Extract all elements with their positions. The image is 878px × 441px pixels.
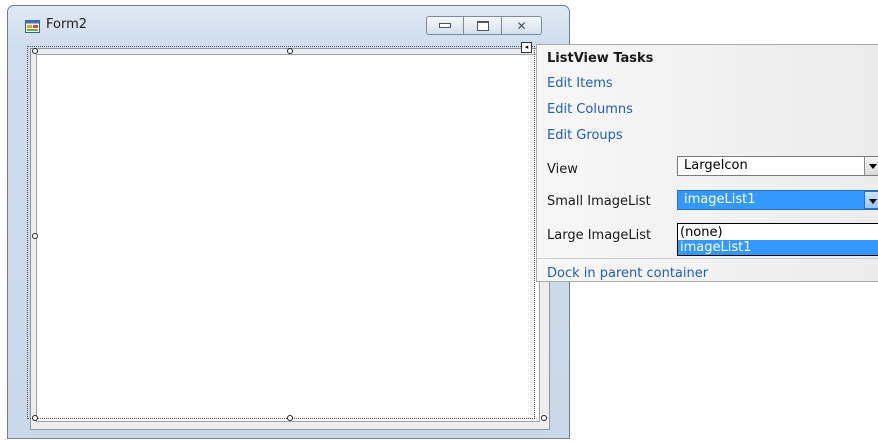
resize-grip-left[interactable] [32,233,38,239]
window-title: Form2 [46,17,88,32]
view-label: View [547,162,578,177]
listview-tasks-panel: ListView Tasks Edit Items Edit Columns E… [536,44,878,282]
selection-outline [27,46,535,419]
close-icon: ✕ [516,18,527,33]
panel-title: ListView Tasks [547,51,654,66]
view-value: LargeIcon [684,158,748,173]
large-imagelist-label: Large ImageList [547,228,652,243]
chevron-down-icon[interactable] [864,191,878,209]
dock-in-parent-link[interactable]: Dock in parent container [547,266,708,281]
panel-divider [537,258,878,259]
chevron-down-icon[interactable] [864,157,878,175]
resize-grip-bottom[interactable] [287,415,293,421]
minimize-icon [439,23,451,28]
close-button[interactable]: ✕ [502,16,542,35]
small-imagelist-label: Small ImageList [547,194,651,209]
caption-buttons: ✕ [426,16,542,35]
edit-groups-link[interactable]: Edit Groups [547,128,623,143]
resize-grip-bottom-right[interactable] [541,415,547,421]
resize-grip-top-left[interactable] [32,48,38,54]
maximize-icon [476,20,489,31]
edit-columns-link[interactable]: Edit Columns [547,102,633,117]
view-combobox[interactable]: LargeIcon [677,156,878,176]
resize-grip-bottom-left[interactable] [32,415,38,421]
dropdown-option-imagelist1[interactable]: imageList1 [678,240,878,255]
small-imagelist-value: imageList1 [684,192,756,207]
maximize-button[interactable] [464,16,502,35]
resize-grip-top[interactable] [287,48,293,54]
form-icon [25,20,40,33]
smart-tag-glyph-icon[interactable]: ◂ [521,42,532,53]
imagelist-dropdown-list: (none) imageList1 [677,223,878,256]
edit-items-link[interactable]: Edit Items [547,76,613,91]
dropdown-option-none[interactable]: (none) [678,225,878,240]
small-imagelist-combobox[interactable]: imageList1 [677,190,878,210]
minimize-button[interactable] [426,16,464,35]
